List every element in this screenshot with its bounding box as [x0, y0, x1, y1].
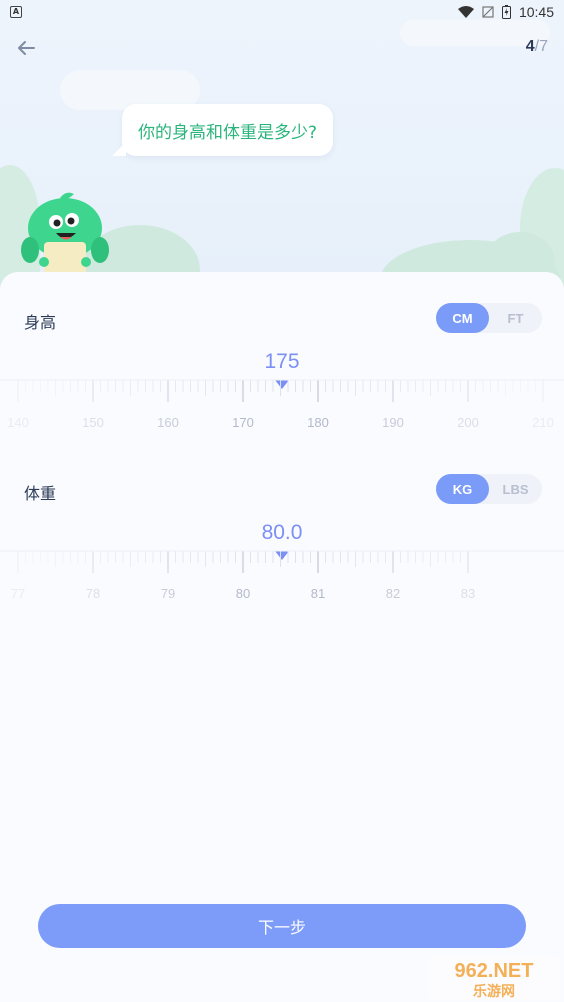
height-scale-label: 200: [457, 415, 479, 430]
weight-scale-label: 81: [311, 586, 325, 601]
weight-tick-marks: 77 78 79 80 81 82 83: [0, 550, 564, 601]
step-current: 4: [525, 38, 535, 55]
weight-label: 体重: [24, 484, 57, 503]
weight-scale-label: 80: [236, 586, 250, 601]
question-text: 你的身高和体重是多少?: [138, 122, 318, 143]
weight-scale-label: 78: [86, 586, 100, 601]
unit-option-cm[interactable]: CM: [436, 303, 489, 333]
height-scale-label: 150: [82, 415, 104, 430]
unit-option-ft[interactable]: FT: [489, 303, 542, 333]
next-button-label: 下一步: [257, 918, 306, 937]
next-button[interactable]: 下一步: [38, 904, 526, 948]
signal-off-icon: [482, 6, 494, 18]
arrow-left-icon[interactable]: [14, 36, 38, 60]
height-scale-label: 180: [307, 415, 329, 430]
battery-charging-icon: [501, 5, 511, 19]
status-time: 10:45: [518, 4, 554, 20]
height-scale-label: 170: [232, 415, 254, 430]
unit-option-kg[interactable]: KG: [436, 474, 489, 504]
weight-scale-label: 79: [161, 586, 175, 601]
notification-badge: A: [10, 6, 22, 18]
height-scale-label: 190: [382, 415, 404, 430]
height-scale-label: 160: [157, 415, 179, 430]
wifi-icon: [457, 6, 474, 18]
svg-text:962.NET: 962.NET: [455, 960, 534, 982]
svg-text:乐游网: 乐游网: [473, 983, 515, 1000]
step-total: 7: [539, 38, 548, 55]
mascot-illustration: [21, 192, 109, 282]
site-watermark-logo: 962.NET 乐游网: [428, 956, 560, 1000]
height-scale-label: 140: [7, 415, 29, 430]
height-ruler[interactable]: 175 140 150 160 170 180 190 200 210: [0, 348, 564, 438]
weight-unit-toggle[interactable]: KG LBS: [436, 474, 542, 504]
question-bubble: 你的身高和体重是多少?: [111, 104, 334, 156]
weight-scale-label: 77: [11, 586, 25, 601]
weight-ruler[interactable]: 80.0 77 78 79 80 81 82 83: [0, 519, 564, 609]
height-unit-toggle[interactable]: CM FT: [436, 303, 542, 333]
status-bar: A 10:45: [0, 0, 564, 24]
weight-scale-label: 83: [461, 586, 475, 601]
height-label: 身高: [24, 313, 57, 332]
weight-scale-label: 82: [386, 586, 400, 601]
unit-option-lbs[interactable]: LBS: [489, 474, 542, 504]
height-scale-label: 210: [532, 415, 554, 430]
step-indicator: 4/7: [526, 38, 548, 56]
height-tick-marks: 140 150 160 170 180 190 200 210: [0, 379, 564, 430]
